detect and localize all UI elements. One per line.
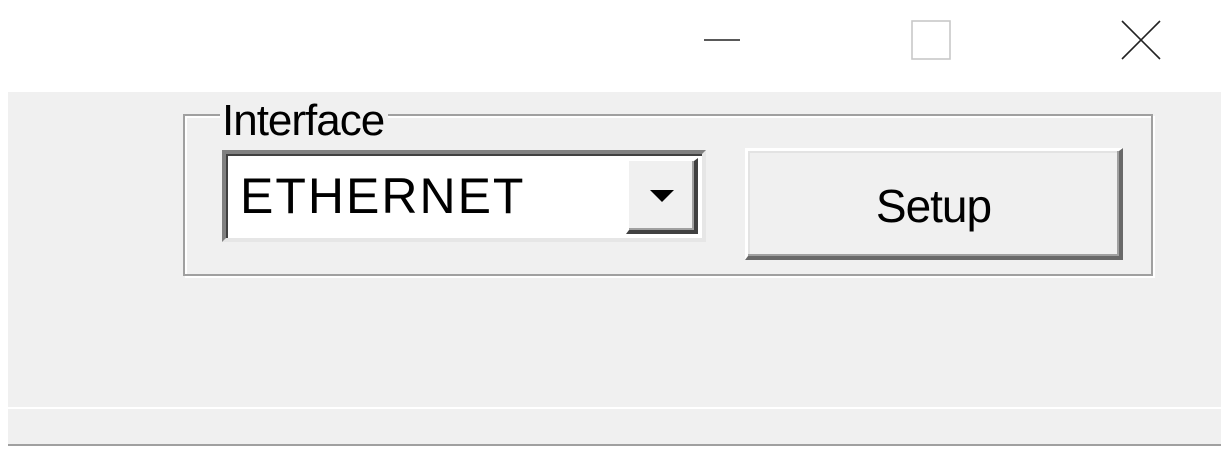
maximize-button[interactable] (876, 0, 986, 80)
interface-dropdown-button[interactable] (626, 158, 698, 234)
minimize-icon (704, 39, 740, 41)
lower-panel (8, 407, 1221, 445)
title-bar (0, 0, 1221, 92)
interface-selected-value: ETHERNET (240, 168, 526, 224)
close-button[interactable] (1086, 0, 1196, 80)
maximize-icon (911, 20, 951, 60)
setup-button-label: Setup (875, 179, 992, 232)
interface-group-label: Interface (220, 96, 389, 146)
minimize-button[interactable] (667, 0, 777, 80)
dropdown-arrow-icon (649, 189, 674, 202)
close-icon (1121, 20, 1161, 60)
interface-combobox[interactable]: ETHERNET (222, 150, 706, 242)
setup-button[interactable]: Setup (745, 148, 1123, 260)
bottom-divider (8, 444, 1221, 446)
